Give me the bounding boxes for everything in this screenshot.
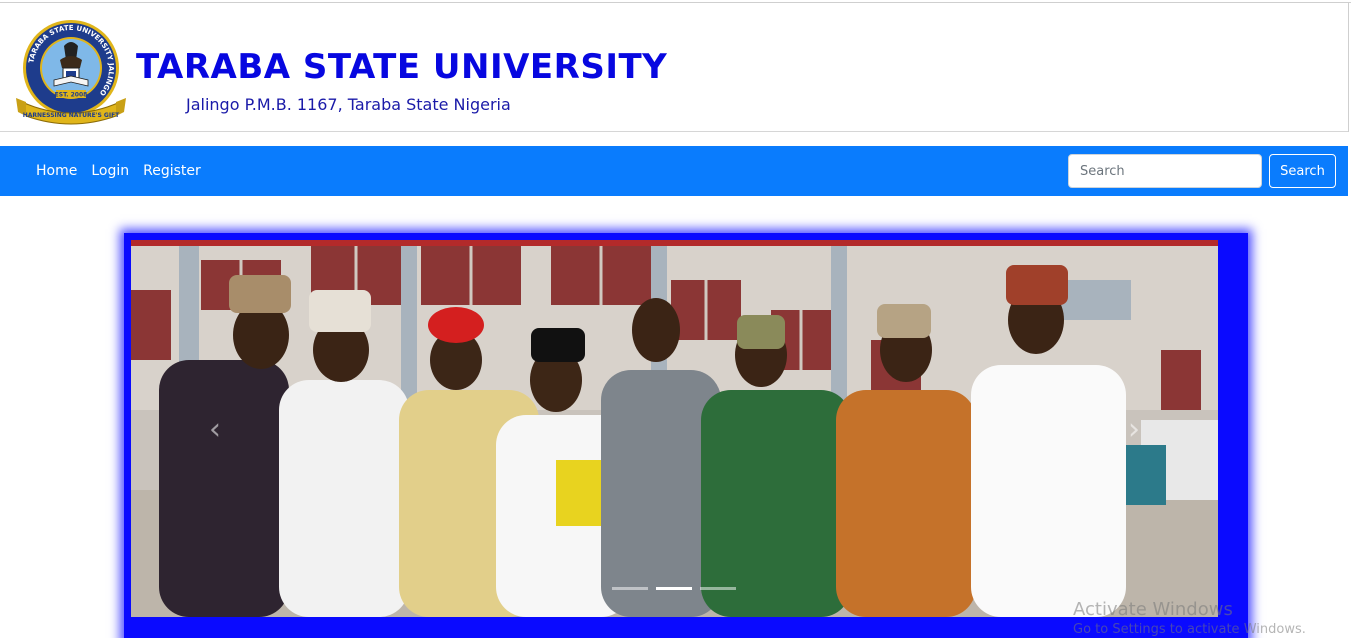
activate-windows-watermark: Activate Windows (1073, 599, 1233, 620)
carousel-prev-control[interactable]: ‹ (203, 411, 227, 447)
main-navbar: Home Login Register Search (0, 146, 1348, 196)
nav-home-link[interactable]: Home (36, 163, 77, 179)
search-button[interactable]: Search (1269, 154, 1336, 188)
nav-register-link[interactable]: Register (143, 163, 201, 179)
chevron-left-icon: ‹ (209, 411, 221, 447)
search-input[interactable] (1068, 154, 1262, 188)
logo-banner-text: HARNESSING NATURE'S GIFT (23, 112, 120, 119)
site-title: TARABA STATE UNIVERSITY (136, 47, 668, 87)
carousel-indicator-2[interactable] (656, 587, 692, 590)
nav-login-link[interactable]: Login (91, 163, 129, 179)
page: TARABA STATE UNIVERSITY JALINGO HARNESSI… (0, 0, 1351, 638)
chevron-right-icon: › (1128, 411, 1140, 447)
carousel-next-control[interactable]: › (1122, 411, 1146, 447)
carousel-indicator-3[interactable] (700, 587, 736, 590)
logo-est-text: EST. 2008 (55, 92, 88, 99)
header-divider (0, 131, 1348, 132)
nav-links: Home Login Register (36, 146, 215, 196)
university-logo[interactable]: TARABA STATE UNIVERSITY JALINGO HARNESSI… (16, 16, 126, 126)
carousel-slide-image (131, 240, 1218, 617)
carousel-indicators (612, 587, 736, 590)
activate-windows-hint: Go to Settings to activate Windows. (1073, 622, 1306, 637)
site-subtitle: Jalingo P.M.B. 1167, Taraba State Nigeri… (186, 95, 511, 114)
right-border (1348, 2, 1349, 132)
site-header: TARABA STATE UNIVERSITY JALINGO HARNESSI… (0, 3, 1348, 131)
carousel-indicator-1[interactable] (612, 587, 648, 590)
